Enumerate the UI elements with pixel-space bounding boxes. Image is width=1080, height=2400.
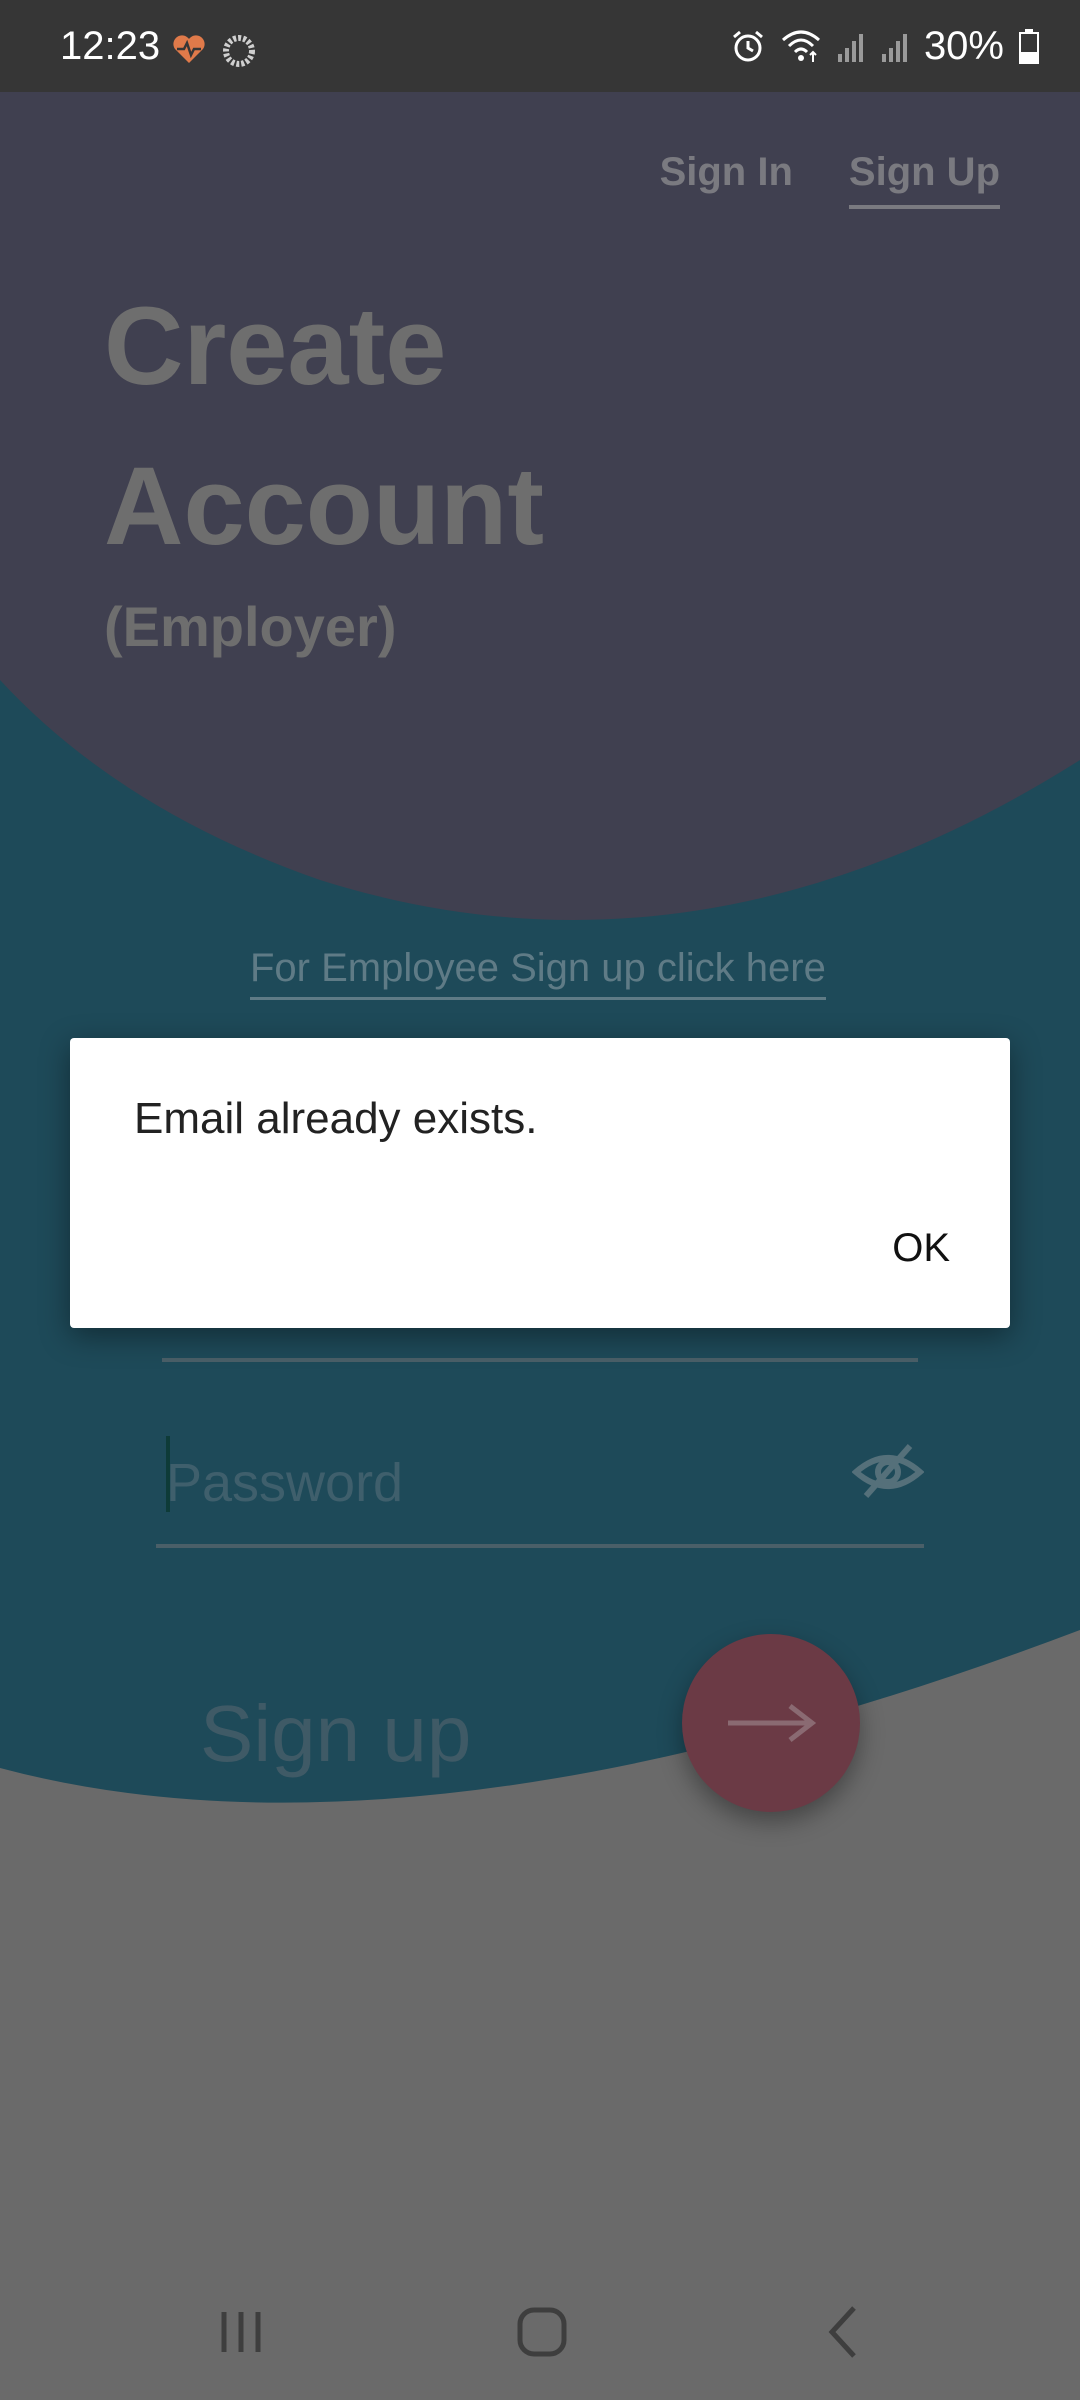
status-icons: 30% bbox=[730, 24, 1040, 68]
sign-up-link[interactable]: Sign Up bbox=[848, 150, 1000, 209]
system-nav-bar bbox=[0, 2270, 1080, 2400]
page-title-line2: Account bbox=[104, 445, 544, 568]
recent-apps-icon[interactable] bbox=[216, 2302, 266, 2362]
dialog-message: Email already exists. bbox=[134, 1094, 538, 1143]
signal-icon bbox=[881, 34, 907, 62]
eye-off-icon[interactable] bbox=[852, 1436, 924, 1508]
password-field-underline bbox=[156, 1544, 924, 1548]
auth-tabs: Sign In Sign Up bbox=[660, 150, 1000, 209]
ok-button[interactable]: OK bbox=[892, 1226, 950, 1271]
alert-dialog: Email already exists. OK bbox=[70, 1038, 1010, 1328]
employee-signup-link[interactable]: For Employee Sign up click here bbox=[250, 946, 826, 1000]
signal-icon bbox=[837, 34, 863, 62]
screen: 12:23 30% Sign In Sign Up Create Account… bbox=[0, 0, 1080, 2400]
heart-icon bbox=[173, 35, 205, 63]
status-bar: 12:23 30% bbox=[0, 0, 1080, 92]
sign-up-label: Sign up bbox=[200, 1689, 472, 1778]
email-field-underline bbox=[162, 1358, 918, 1362]
ring-icon bbox=[223, 35, 255, 67]
text-cursor bbox=[166, 1436, 170, 1512]
password-input[interactable] bbox=[166, 1440, 826, 1526]
wifi-icon bbox=[781, 30, 820, 62]
alarm-icon bbox=[732, 30, 763, 62]
back-icon[interactable] bbox=[822, 2302, 866, 2362]
page-title-line1: Create bbox=[104, 285, 447, 408]
password-field[interactable] bbox=[156, 1436, 924, 1546]
status-time: 12:23 bbox=[60, 24, 161, 68]
sign-in-link[interactable]: Sign In bbox=[660, 150, 793, 209]
page-subtitle: (Employer) bbox=[104, 595, 397, 658]
battery-percent: 30% bbox=[923, 23, 1004, 68]
battery-icon bbox=[1019, 29, 1039, 64]
arrow-right-icon bbox=[728, 1704, 816, 1742]
home-icon[interactable] bbox=[514, 2302, 570, 2362]
sign-up-button[interactable] bbox=[682, 1634, 860, 1812]
